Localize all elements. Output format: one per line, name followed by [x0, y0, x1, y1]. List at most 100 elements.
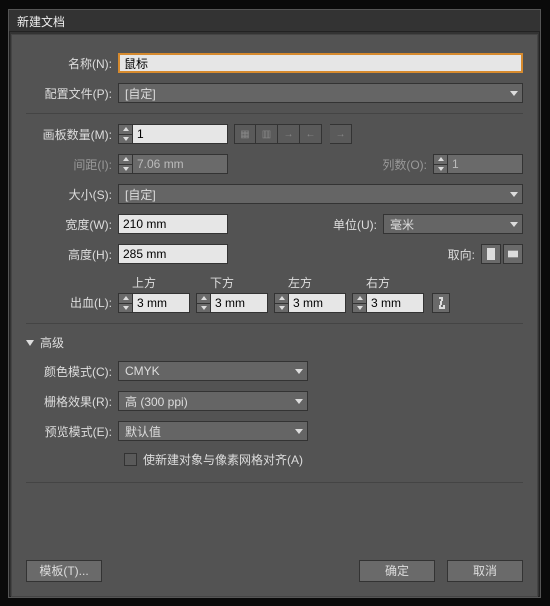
profile-combo[interactable]: [自定]	[118, 83, 523, 103]
arrange-left-icon[interactable]: ←	[300, 124, 322, 144]
spacing-label: 间距(I):	[26, 156, 118, 173]
profile-label: 配置文件(P):	[26, 85, 118, 102]
advanced-header-label: 高级	[40, 334, 64, 351]
grid-by-row-icon[interactable]: ▦	[234, 124, 256, 144]
profile-value: [自定]	[125, 85, 156, 102]
arrow-down-icon	[123, 137, 129, 141]
artboard-count-label: 画板数量(M):	[26, 126, 118, 143]
bleed-left-spinner[interactable]	[274, 293, 346, 313]
preview-mode-combo[interactable]: 默认值	[118, 421, 308, 441]
size-label: 大小(S):	[26, 186, 118, 203]
height-input[interactable]	[118, 244, 228, 264]
spinner-buttons[interactable]	[118, 124, 132, 144]
bleed-top-spinner[interactable]	[118, 293, 190, 313]
dialog-title: 新建文档	[17, 15, 65, 29]
link-icon	[437, 296, 445, 310]
spinner-buttons[interactable]	[352, 293, 366, 313]
divider	[26, 482, 523, 483]
units-value: 毫米	[390, 216, 414, 233]
arrange-single-icon[interactable]: →	[330, 124, 352, 144]
bleed-left-label: 左方	[274, 274, 346, 291]
arrow-up-icon	[357, 296, 363, 300]
grid-by-col-icon[interactable]: ▥	[256, 124, 278, 144]
bleed-bottom-spinner[interactable]	[196, 293, 268, 313]
spacing-spinner	[118, 154, 228, 174]
bleed-right-spinner[interactable]	[352, 293, 424, 313]
arrow-down-icon	[279, 306, 285, 310]
chevron-down-icon	[510, 192, 518, 197]
units-label: 单位(U):	[333, 216, 383, 233]
spinner-buttons[interactable]	[274, 293, 288, 313]
dialog-window: 新建文档 名称(N): 配置文件(P): [自定] 画板数量(M):	[8, 9, 541, 598]
bleed-top-label: 上方	[118, 274, 190, 291]
spacing-input	[132, 154, 228, 174]
arrow-up-icon	[438, 157, 444, 161]
orientation-landscape-button[interactable]	[503, 244, 523, 264]
orientation-label: 取向:	[448, 246, 481, 263]
chevron-down-icon	[295, 369, 303, 374]
templates-button[interactable]: 模板(T)...	[26, 560, 102, 582]
arrange-right-icon[interactable]: →	[278, 124, 300, 144]
raster-combo[interactable]: 高 (300 ppi)	[118, 391, 308, 411]
preview-mode-value: 默认值	[125, 423, 161, 440]
chevron-down-icon	[295, 399, 303, 404]
units-combo[interactable]: 毫米	[383, 214, 523, 234]
chevron-down-icon	[510, 222, 518, 227]
advanced-section-header[interactable]: 高级	[26, 334, 523, 351]
align-pixel-grid-label: 使新建对象与像素网格对齐(A)	[143, 451, 303, 468]
arrow-up-icon	[123, 157, 129, 161]
cols-input	[447, 154, 523, 174]
bleed-top-input[interactable]	[132, 293, 190, 313]
artboard-count-spinner[interactable]	[118, 124, 228, 144]
arrow-down-icon	[201, 306, 207, 310]
spinner-buttons[interactable]	[118, 293, 132, 313]
cols-spinner	[433, 154, 523, 174]
width-label: 宽度(W):	[26, 216, 118, 233]
raster-value: 高 (300 ppi)	[125, 393, 188, 410]
dialog-body: 名称(N): 配置文件(P): [自定] 画板数量(M): ▦	[11, 34, 538, 597]
orientation-portrait-button[interactable]	[481, 244, 501, 264]
arrow-down-icon	[123, 167, 129, 171]
width-input[interactable]	[118, 214, 228, 234]
bleed-left-input[interactable]	[288, 293, 346, 313]
align-pixel-grid-checkbox[interactable]	[124, 453, 137, 466]
spinner-buttons	[433, 154, 447, 174]
name-input[interactable]	[118, 53, 523, 73]
artboard-count-input[interactable]	[132, 124, 228, 144]
chevron-down-icon	[510, 91, 518, 96]
chevron-down-icon	[295, 429, 303, 434]
divider	[26, 113, 523, 114]
bleed-bottom-input[interactable]	[210, 293, 268, 313]
dialog-titlebar: 新建文档	[9, 10, 540, 32]
arrow-down-icon	[438, 167, 444, 171]
arrow-up-icon	[123, 296, 129, 300]
color-mode-value: CMYK	[125, 364, 160, 378]
spinner-buttons[interactable]	[196, 293, 210, 313]
name-label: 名称(N):	[26, 55, 118, 72]
landscape-icon	[508, 248, 518, 260]
disclosure-triangle-icon	[26, 340, 34, 346]
color-mode-combo[interactable]: CMYK	[118, 361, 308, 381]
portrait-icon	[486, 248, 496, 260]
arrow-down-icon	[123, 306, 129, 310]
bleed-bottom-label: 下方	[196, 274, 268, 291]
height-label: 高度(H):	[26, 246, 118, 263]
bleed-right-input[interactable]	[366, 293, 424, 313]
preview-mode-label: 预览模式(E):	[26, 423, 118, 440]
cols-label: 列数(O):	[382, 156, 433, 173]
spinner-buttons	[118, 154, 132, 174]
cancel-button[interactable]: 取消	[447, 560, 523, 582]
arrow-up-icon	[201, 296, 207, 300]
size-value: [自定]	[125, 186, 156, 203]
bleed-right-label: 右方	[352, 274, 424, 291]
dialog-footer: 模板(T)... 确定 取消	[26, 560, 523, 582]
divider	[26, 323, 523, 324]
arrow-up-icon	[279, 296, 285, 300]
bleed-label: 出血(L):	[26, 294, 118, 313]
raster-label: 栅格效果(R):	[26, 393, 118, 410]
arrow-down-icon	[357, 306, 363, 310]
link-bleed-button[interactable]	[432, 293, 450, 313]
ok-button[interactable]: 确定	[359, 560, 435, 582]
arrow-up-icon	[123, 127, 129, 131]
size-combo[interactable]: [自定]	[118, 184, 523, 204]
